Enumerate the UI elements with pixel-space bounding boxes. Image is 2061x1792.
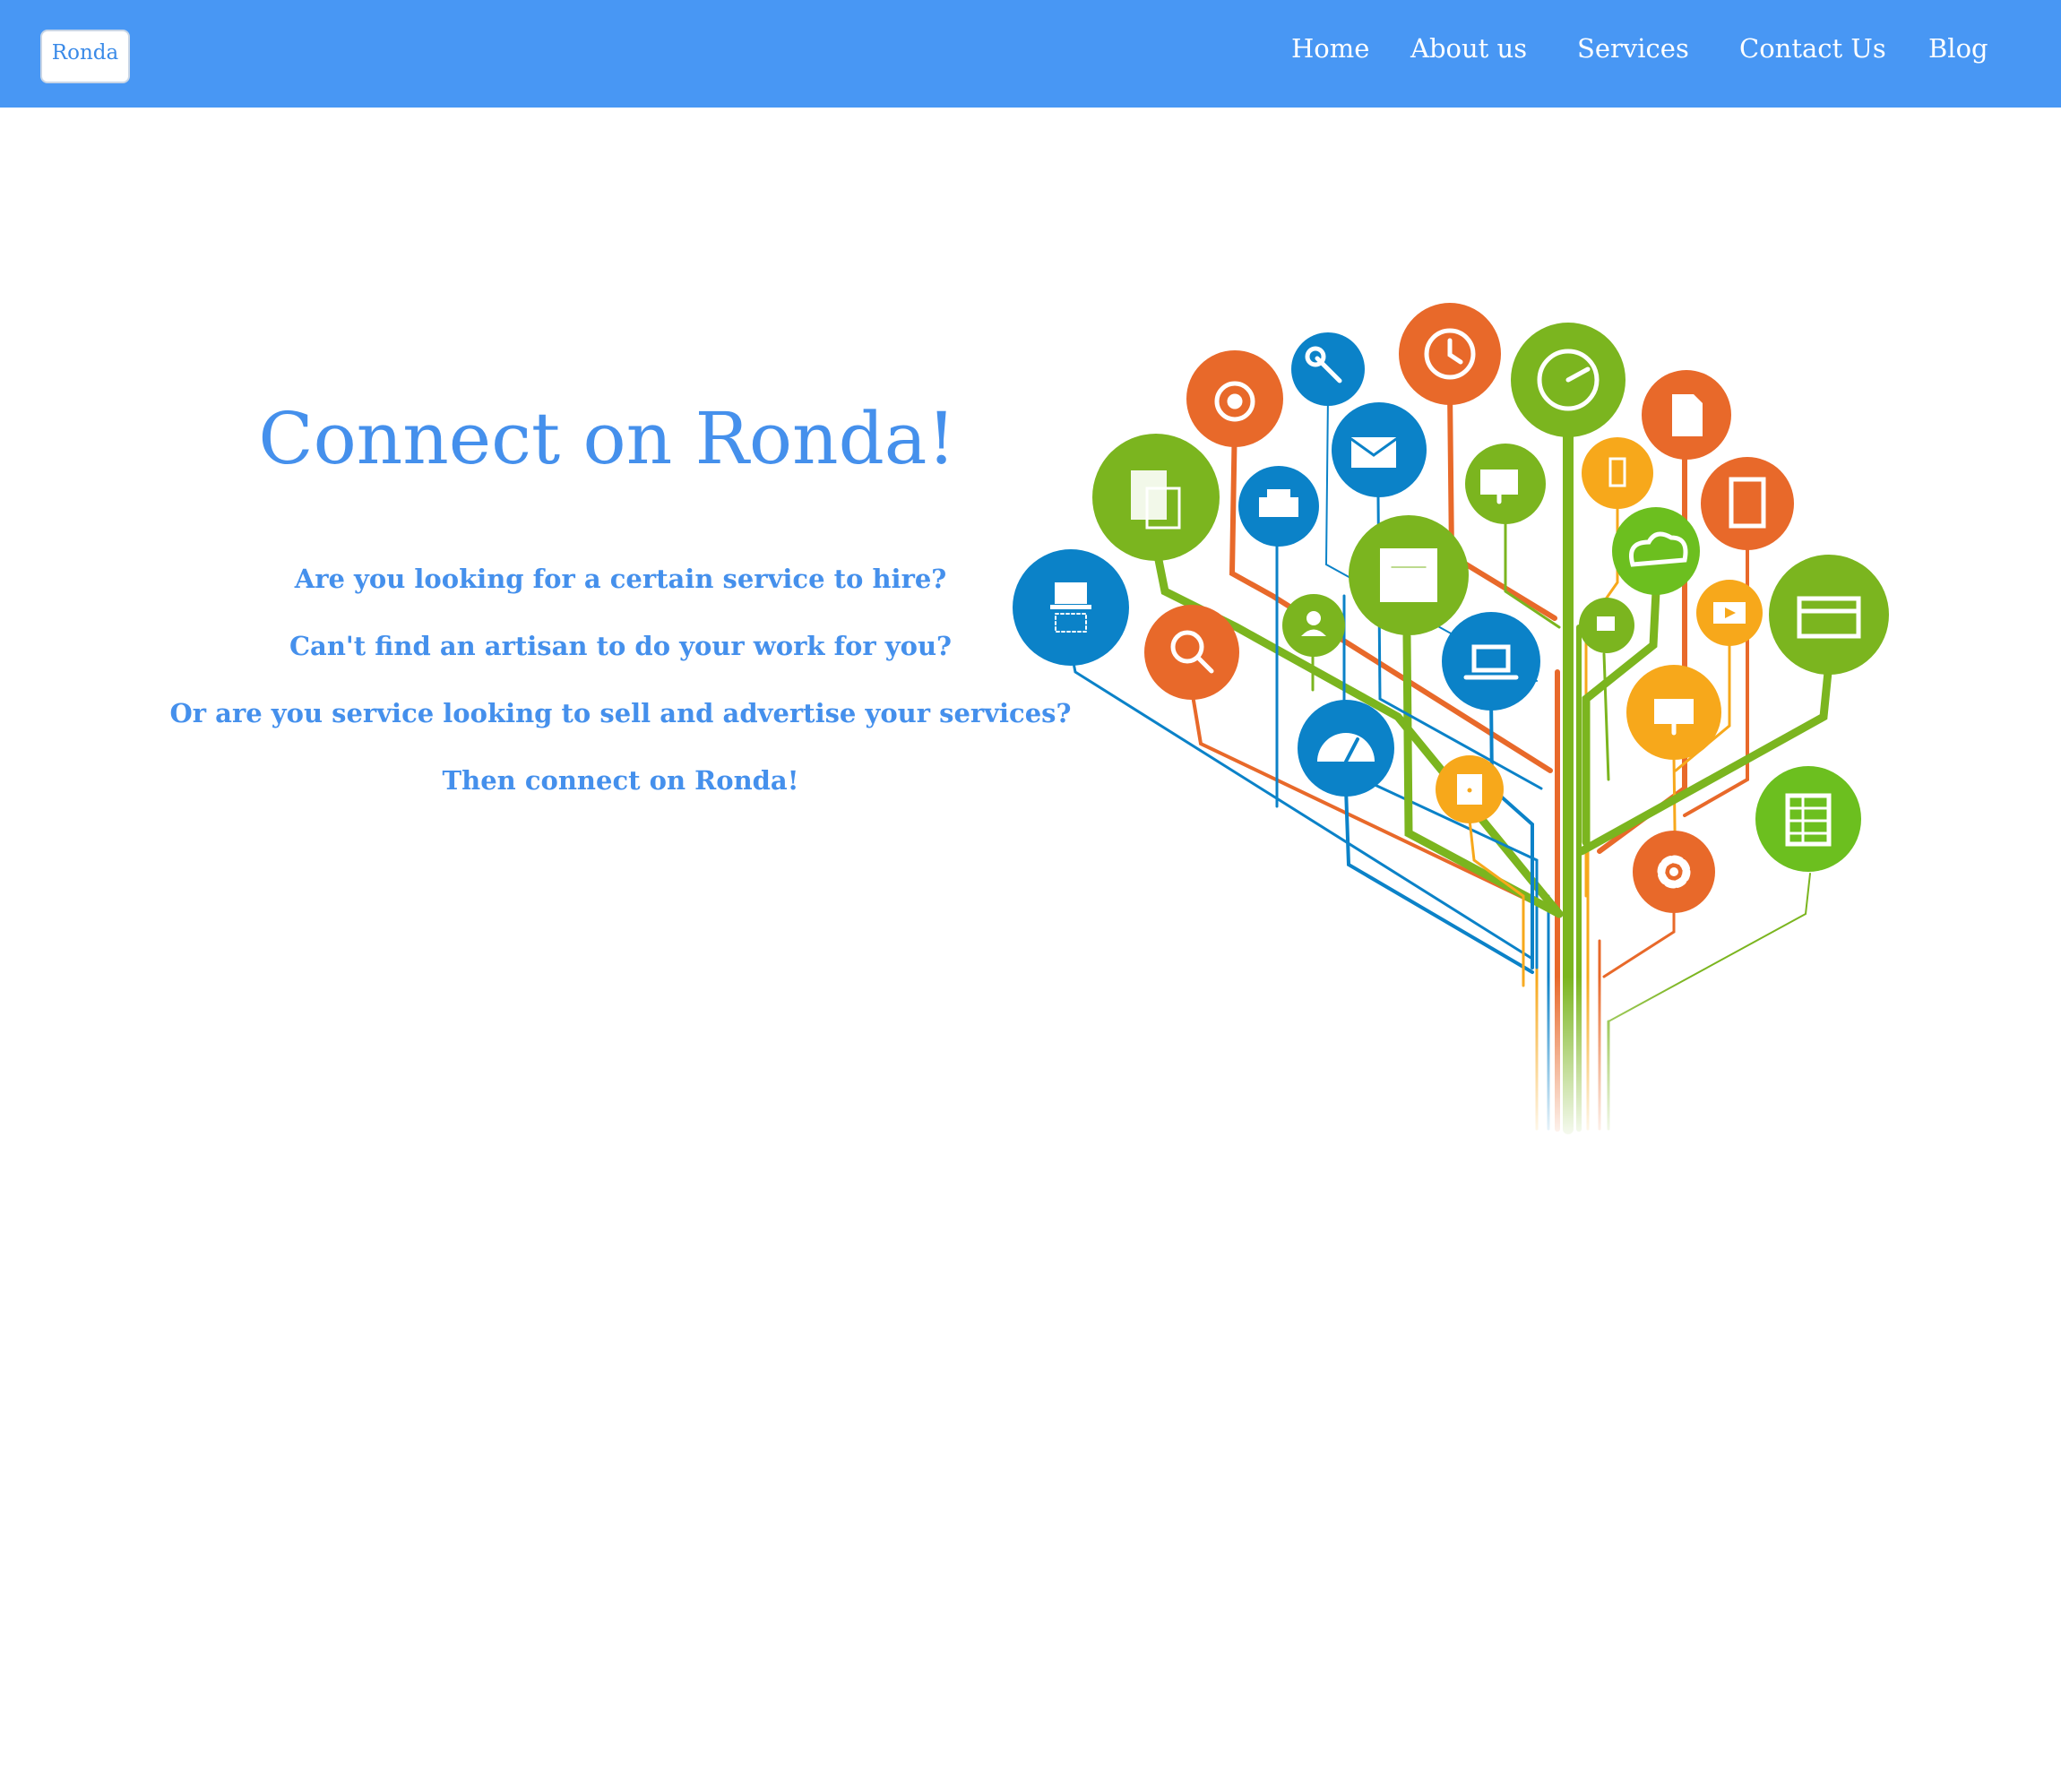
nav-link-contact-us[interactable]: Contact Us (1739, 30, 1886, 66)
hero-line-artisan: Can't find an artisan to do your work fo… (289, 631, 953, 661)
nav-link-about-us[interactable]: About us (1410, 30, 1527, 66)
hero-line-advertise: Or are you service looking to sell and a… (169, 698, 1072, 728)
hero-title: Connect on Ronda! (258, 397, 956, 480)
hero-line-connect: Then connect on Ronda! (442, 765, 799, 796)
service-tree-illustration (1004, 296, 1900, 1147)
nav-link-home[interactable]: Home (1291, 30, 1369, 66)
hero-line-hire: Are you looking for a certain service to… (294, 564, 947, 594)
nav-link-services[interactable]: Services (1577, 30, 1689, 66)
top-navbar: Ronda Home About us Services Contact Us … (0, 0, 2061, 108)
brand-button[interactable]: Ronda (40, 30, 130, 83)
nav-link-blog[interactable]: Blog (1928, 30, 1988, 66)
